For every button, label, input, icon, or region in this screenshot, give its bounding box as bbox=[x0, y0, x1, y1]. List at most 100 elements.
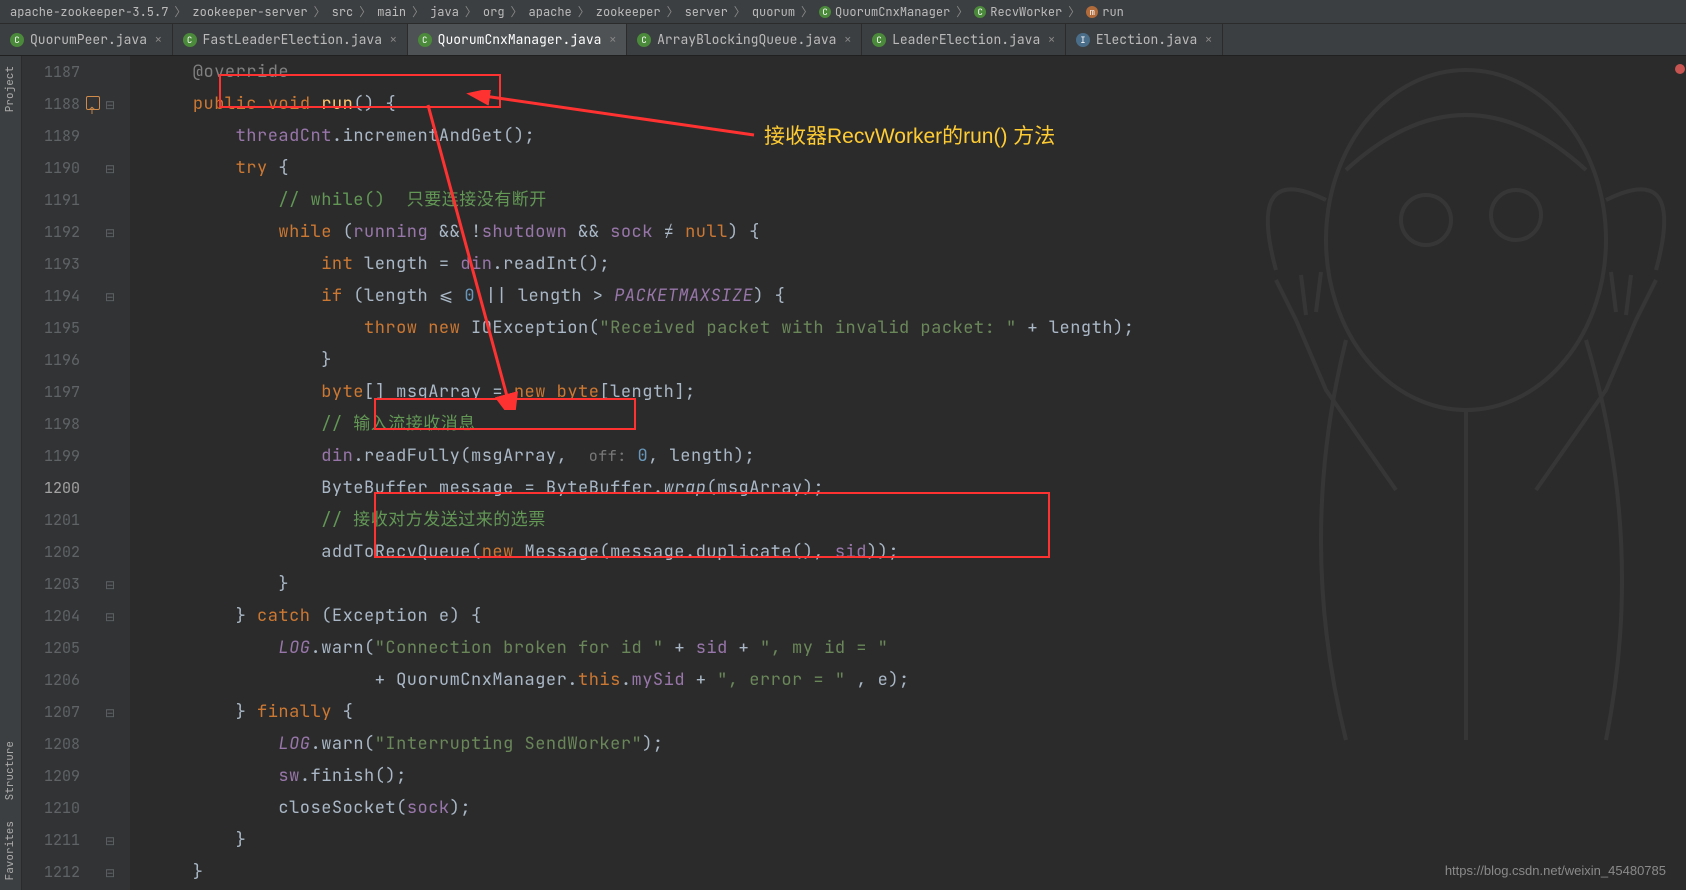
line-number: 1189 bbox=[22, 120, 80, 152]
fold-toggle bbox=[90, 56, 130, 88]
editor-tabs: C QuorumPeer.java ✕ C FastLeaderElection.jav… bbox=[0, 24, 1686, 56]
line-number: 1212 bbox=[22, 856, 80, 888]
breadcrumb-item[interactable]: CRecvWorker bbox=[970, 4, 1066, 20]
breadcrumb-item[interactable]: main bbox=[373, 4, 410, 20]
editor-tab[interactable]: IElection.java✕ bbox=[1066, 24, 1223, 55]
editor-tab[interactable]: CQuorumCnxManager.java✕ bbox=[408, 24, 627, 55]
breadcrumb-item[interactable]: java bbox=[426, 4, 463, 20]
code-line[interactable]: addToRecvQueue(new Message(message.dupli… bbox=[150, 536, 1686, 568]
favorites-tool-button[interactable]: Favorites bbox=[0, 811, 20, 890]
fold-toggle bbox=[90, 344, 130, 376]
close-icon[interactable]: ✕ bbox=[390, 33, 397, 47]
fold-gutter[interactable] bbox=[90, 56, 130, 890]
line-number: 1187 bbox=[22, 56, 80, 88]
tab-label: QuorumCnxManager.java bbox=[438, 31, 602, 48]
breadcrumb-item[interactable]: mrun bbox=[1082, 4, 1128, 20]
fold-toggle[interactable] bbox=[90, 600, 130, 632]
code-line[interactable]: // 接收对方发送过来的选票 bbox=[150, 504, 1686, 536]
editor-tab[interactable]: C LeaderElection.java ✕ bbox=[862, 24, 1066, 55]
line-number: 1205 bbox=[22, 632, 80, 664]
code-line[interactable]: } bbox=[150, 568, 1686, 600]
code-line[interactable]: LOG.warn("Interrupting SendWorker"); bbox=[150, 728, 1686, 760]
fold-toggle bbox=[90, 472, 130, 504]
code-line[interactable]: LOG.warn("Connection broken for id " + s… bbox=[150, 632, 1686, 664]
tab-label: ArrayBlockingQueue.java bbox=[657, 31, 836, 48]
fold-toggle[interactable] bbox=[90, 856, 130, 888]
tab-label: LeaderElection.java bbox=[892, 31, 1040, 48]
override-gutter-icon[interactable] bbox=[86, 96, 100, 110]
line-number: 1210 bbox=[22, 792, 80, 824]
fold-toggle[interactable] bbox=[90, 216, 130, 248]
line-number: 1207 bbox=[22, 696, 80, 728]
class-icon: C bbox=[974, 6, 986, 18]
code-line[interactable]: throw new IOException("Received packet w… bbox=[150, 312, 1686, 344]
code-line[interactable]: byte[] msgArray = new byte[length]; bbox=[150, 376, 1686, 408]
code-line[interactable]: } finally { bbox=[150, 696, 1686, 728]
fold-toggle bbox=[90, 792, 130, 824]
line-number: 1195 bbox=[22, 312, 80, 344]
breadcrumb-item[interactable]: CQuorumCnxManager bbox=[815, 4, 954, 20]
close-icon[interactable]: ✕ bbox=[844, 33, 851, 47]
breadcrumb-item[interactable]: quorum bbox=[748, 4, 799, 20]
fold-toggle[interactable] bbox=[90, 568, 130, 600]
line-number: 1192 bbox=[22, 216, 80, 248]
close-icon[interactable]: ✕ bbox=[1205, 33, 1212, 47]
fold-toggle bbox=[90, 632, 130, 664]
code-line[interactable]: // 输入流接收消息 bbox=[150, 408, 1686, 440]
breadcrumb-item[interactable]: apache bbox=[525, 4, 576, 20]
fold-toggle bbox=[90, 120, 130, 152]
code-line[interactable]: while (running && !shutdown && sock ≠ nu… bbox=[150, 216, 1686, 248]
line-number: 1188 bbox=[22, 88, 80, 120]
file-type-icon: C bbox=[637, 33, 651, 47]
code-line[interactable]: } catch (Exception e) { bbox=[150, 600, 1686, 632]
tab-label: FastLeaderElection.java bbox=[203, 31, 382, 48]
editor-tab[interactable]: C ArrayBlockingQueue.java ✕ bbox=[627, 24, 862, 55]
breadcrumb-item[interactable]: apache-zookeeper-3.5.7 bbox=[6, 4, 172, 20]
code-line[interactable]: try { bbox=[150, 152, 1686, 184]
code-line[interactable]: } bbox=[150, 344, 1686, 376]
code-line[interactable]: @override bbox=[150, 56, 1686, 88]
fold-toggle bbox=[90, 664, 130, 696]
structure-tool-button[interactable]: Structure bbox=[0, 731, 20, 810]
fold-toggle[interactable] bbox=[90, 696, 130, 728]
fold-toggle[interactable] bbox=[90, 824, 130, 856]
fold-toggle bbox=[90, 376, 130, 408]
tool-window-strip: Project Structure Favorites bbox=[0, 56, 22, 890]
fold-toggle bbox=[90, 728, 130, 760]
breadcrumb-item[interactable]: zookeeper-server bbox=[188, 4, 311, 20]
code-line[interactable]: public void run() { bbox=[150, 88, 1686, 120]
close-icon[interactable]: ✕ bbox=[1048, 33, 1055, 47]
code-line[interactable]: + QuorumCnxManager.this.mySid + ", error… bbox=[150, 664, 1686, 696]
project-tool-button[interactable]: Project bbox=[0, 56, 20, 122]
code-line[interactable]: closeSocket(sock); bbox=[150, 792, 1686, 824]
code-line[interactable]: } bbox=[150, 856, 1686, 888]
code-line[interactable]: int length = din.readInt(); bbox=[150, 248, 1686, 280]
line-number: 1211 bbox=[22, 824, 80, 856]
code-line[interactable]: sw.finish(); bbox=[150, 760, 1686, 792]
code-line[interactable]: din.readFully(msgArray, off: 0, length); bbox=[150, 440, 1686, 472]
code-line[interactable]: if (length ⩽ 0 || length > PACKETMAXSIZE… bbox=[150, 280, 1686, 312]
editor[interactable]: 1187118811891190119111921193119411951196… bbox=[22, 56, 1686, 890]
error-indicator-icon[interactable] bbox=[1675, 64, 1685, 74]
breadcrumb-item[interactable]: server bbox=[681, 4, 732, 20]
breadcrumb-item[interactable]: org bbox=[479, 4, 509, 20]
editor-tab[interactable]: C QuorumPeer.java ✕ bbox=[0, 24, 173, 55]
breadcrumb: apache-zookeeper-3.5.7〉zookeeper-server〉… bbox=[0, 0, 1686, 24]
fold-toggle[interactable] bbox=[90, 280, 130, 312]
code-line[interactable]: } bbox=[150, 824, 1686, 856]
close-icon[interactable]: ✕ bbox=[155, 33, 162, 47]
code-area[interactable]: @override public void run() { threadCnt.… bbox=[130, 56, 1686, 890]
breadcrumb-item[interactable]: src bbox=[328, 4, 358, 20]
editor-tab[interactable]: CFastLeaderElection.java✕ bbox=[173, 24, 408, 55]
tab-label: QuorumPeer.java bbox=[30, 31, 147, 48]
fold-toggle[interactable] bbox=[90, 152, 130, 184]
line-number: 1198 bbox=[22, 408, 80, 440]
code-line[interactable]: threadCnt.incrementAndGet(); bbox=[150, 120, 1686, 152]
file-type-icon: C bbox=[872, 33, 886, 47]
file-type-icon: C bbox=[10, 33, 24, 47]
breadcrumb-item[interactable]: zookeeper bbox=[592, 4, 665, 20]
code-line[interactable]: ByteBuffer message = ByteBuffer.wrap(msg… bbox=[150, 472, 1686, 504]
close-icon[interactable]: ✕ bbox=[609, 33, 616, 47]
fold-toggle bbox=[90, 408, 130, 440]
code-line[interactable]: // while() 只要连接没有断开 bbox=[150, 184, 1686, 216]
